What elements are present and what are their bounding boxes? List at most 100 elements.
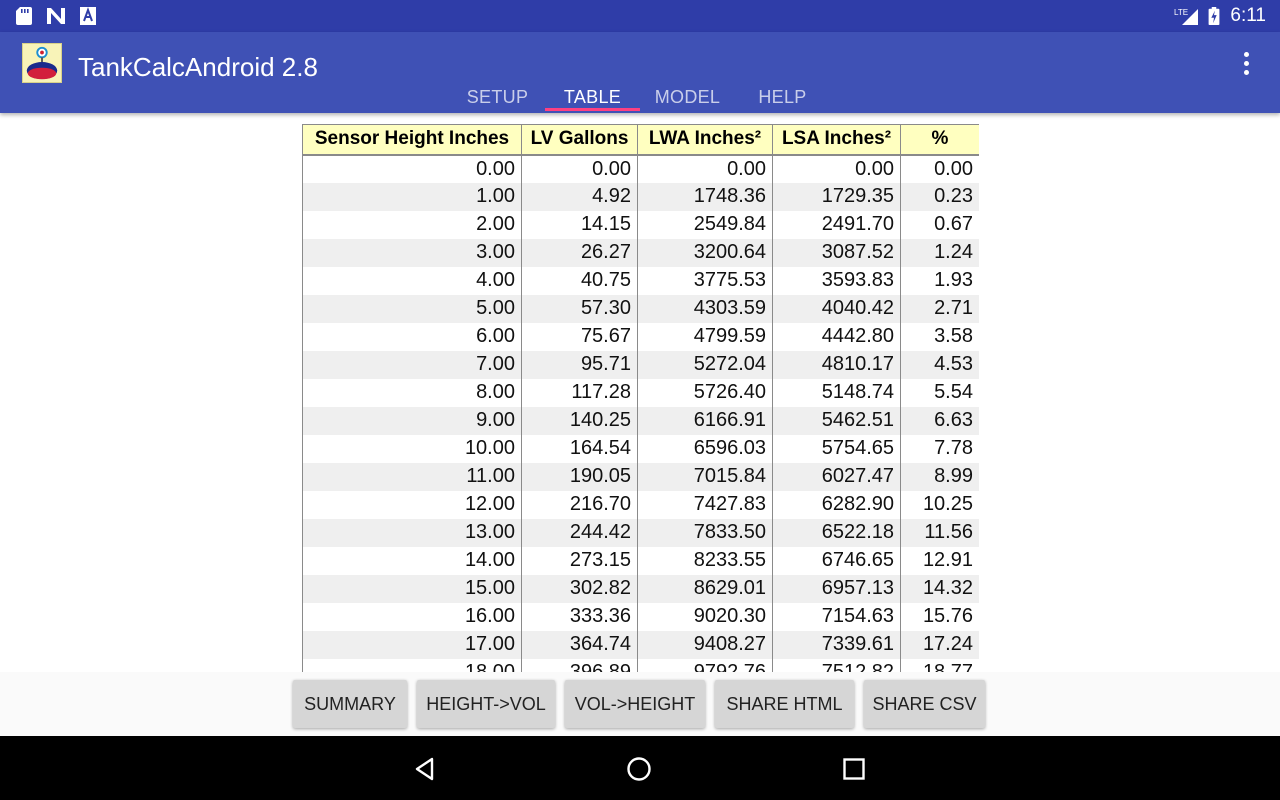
table-row: 15.00 302.82 8629.01 6957.13 14.32 xyxy=(302,574,979,603)
cell-lv-gallons: 95.71 xyxy=(521,350,638,379)
cell-percent: 5.54 xyxy=(900,378,979,407)
table-row: 12.00 216.70 7427.83 6282.90 10.25 xyxy=(302,490,979,519)
cell-lsa-inches: 1729.35 xyxy=(772,182,901,211)
tab-indicator xyxy=(545,108,640,111)
tab-model[interactable]: MODEL xyxy=(640,87,735,108)
table-row: 1.00 4.92 1748.36 1729.35 0.23 xyxy=(302,182,979,211)
share-html-button[interactable]: SHARE HTML xyxy=(715,680,854,728)
cell-lwa-inches: 3775.53 xyxy=(637,266,773,295)
tab-setup[interactable]: SETUP xyxy=(450,87,545,108)
table-row: 13.00 244.42 7833.50 6522.18 11.56 xyxy=(302,518,979,547)
table-row: 2.00 14.15 2549.84 2491.70 0.67 xyxy=(302,210,979,239)
network-type-label: LTE xyxy=(1174,8,1188,17)
cell-lv-gallons: 4.92 xyxy=(521,182,638,211)
table-header-row: Sensor Height Inches LV Gallons LWA Inch… xyxy=(302,124,979,155)
header-sensor-height: Sensor Height Inches xyxy=(302,124,522,155)
cell-sensor-height: 16.00 xyxy=(302,602,522,631)
overflow-menu-icon[interactable] xyxy=(1242,52,1250,76)
cell-lv-gallons: 190.05 xyxy=(521,462,638,491)
cell-lwa-inches: 6596.03 xyxy=(637,434,773,463)
table-row: 18.00 396.89 9792.76 7512.82 18.77 xyxy=(302,658,979,672)
cell-lv-gallons: 302.82 xyxy=(521,574,638,603)
table-container[interactable]: Sensor Height Inches LV Gallons LWA Inch… xyxy=(302,124,979,672)
cell-lwa-inches: 9020.30 xyxy=(637,602,773,631)
cell-lsa-inches: 5754.65 xyxy=(772,434,901,463)
cell-lsa-inches: 5148.74 xyxy=(772,378,901,407)
cell-lv-gallons: 75.67 xyxy=(521,322,638,351)
table-row: 16.00 333.36 9020.30 7154.63 15.76 xyxy=(302,602,979,631)
cell-sensor-height: 0.00 xyxy=(302,153,522,183)
cell-lv-gallons: 26.27 xyxy=(521,238,638,267)
cell-lwa-inches: 0.00 xyxy=(637,153,773,183)
cell-sensor-height: 11.00 xyxy=(302,462,522,491)
summary-button[interactable]: SUMMARY xyxy=(293,680,407,728)
cell-sensor-height: 13.00 xyxy=(302,518,522,547)
cell-lv-gallons: 333.36 xyxy=(521,602,638,631)
cell-percent: 17.24 xyxy=(900,630,979,659)
cell-lsa-inches: 6957.13 xyxy=(772,574,901,603)
cell-sensor-height: 14.00 xyxy=(302,546,522,575)
back-icon[interactable] xyxy=(412,756,438,782)
cell-lsa-inches: 4810.17 xyxy=(772,350,901,379)
table-row: 3.00 26.27 3200.64 3087.52 1.24 xyxy=(302,238,979,267)
home-icon[interactable] xyxy=(626,756,652,782)
cell-sensor-height: 18.00 xyxy=(302,658,522,672)
table-row: 14.00 273.15 8233.55 6746.65 12.91 xyxy=(302,546,979,575)
cell-lsa-inches: 7512.82 xyxy=(772,658,901,672)
cell-percent: 18.77 xyxy=(900,658,979,672)
text-a-icon xyxy=(80,7,96,25)
header-lsa-inches: LSA Inches² xyxy=(772,124,901,155)
table-row: 4.00 40.75 3775.53 3593.83 1.93 xyxy=(302,266,979,295)
cell-percent: 10.25 xyxy=(900,490,979,519)
button-bar: SUMMARY HEIGHT->VOL VOL->HEIGHT SHARE HT… xyxy=(0,672,1280,736)
cell-lsa-inches: 3593.83 xyxy=(772,266,901,295)
share-csv-button[interactable]: SHARE CSV xyxy=(864,680,985,728)
cell-sensor-height: 10.00 xyxy=(302,434,522,463)
cell-lv-gallons: 364.74 xyxy=(521,630,638,659)
cell-percent: 11.56 xyxy=(900,518,979,547)
cell-lsa-inches: 6746.65 xyxy=(772,546,901,575)
cell-sensor-height: 4.00 xyxy=(302,266,522,295)
header-lv-gallons: LV Gallons xyxy=(521,124,638,155)
cell-lv-gallons: 164.54 xyxy=(521,434,638,463)
tab-help[interactable]: HELP xyxy=(735,87,830,108)
vol-to-height-button[interactable]: VOL->HEIGHT xyxy=(565,680,705,728)
cell-lsa-inches: 3087.52 xyxy=(772,238,901,267)
cell-percent: 1.93 xyxy=(900,266,979,295)
cell-lv-gallons: 140.25 xyxy=(521,406,638,435)
table-row: 0.00 0.00 0.00 0.00 0.00 xyxy=(302,153,979,183)
height-to-vol-button[interactable]: HEIGHT->VOL xyxy=(417,680,555,728)
app-icon xyxy=(22,43,62,83)
cell-lsa-inches: 6522.18 xyxy=(772,518,901,547)
cell-sensor-height: 2.00 xyxy=(302,210,522,239)
table-row: 9.00 140.25 6166.91 5462.51 6.63 xyxy=(302,406,979,435)
cell-percent: 0.67 xyxy=(900,210,979,239)
table-row: 17.00 364.74 9408.27 7339.61 17.24 xyxy=(302,630,979,659)
cell-lwa-inches: 5272.04 xyxy=(637,350,773,379)
sd-card-icon xyxy=(16,7,32,25)
cell-percent: 3.58 xyxy=(900,322,979,351)
recents-icon[interactable] xyxy=(841,756,867,782)
cell-sensor-height: 9.00 xyxy=(302,406,522,435)
cell-percent: 7.78 xyxy=(900,434,979,463)
cell-percent: 0.23 xyxy=(900,182,979,211)
status-bar: LTE 6:11 xyxy=(0,0,1280,32)
cell-lwa-inches: 1748.36 xyxy=(637,182,773,211)
tank-table: Sensor Height Inches LV Gallons LWA Inch… xyxy=(302,124,979,672)
cell-percent: 8.99 xyxy=(900,462,979,491)
cell-lsa-inches: 7339.61 xyxy=(772,630,901,659)
tab-table[interactable]: TABLE xyxy=(545,87,640,108)
cell-lv-gallons: 396.89 xyxy=(521,658,638,672)
cell-lv-gallons: 57.30 xyxy=(521,294,638,323)
cell-percent: 4.53 xyxy=(900,350,979,379)
table-row: 5.00 57.30 4303.59 4040.42 2.71 xyxy=(302,294,979,323)
cell-percent: 6.63 xyxy=(900,406,979,435)
cell-lv-gallons: 0.00 xyxy=(521,153,638,183)
status-time: 6:11 xyxy=(1230,5,1266,26)
action-bar: TankCalcAndroid 2.8 SETUP TABLE MODEL HE… xyxy=(0,32,1280,113)
cell-lwa-inches: 2549.84 xyxy=(637,210,773,239)
cell-lwa-inches: 9792.76 xyxy=(637,658,773,672)
table-row: 8.00 117.28 5726.40 5148.74 5.54 xyxy=(302,378,979,407)
cell-lsa-inches: 0.00 xyxy=(772,153,901,183)
cell-percent: 12.91 xyxy=(900,546,979,575)
